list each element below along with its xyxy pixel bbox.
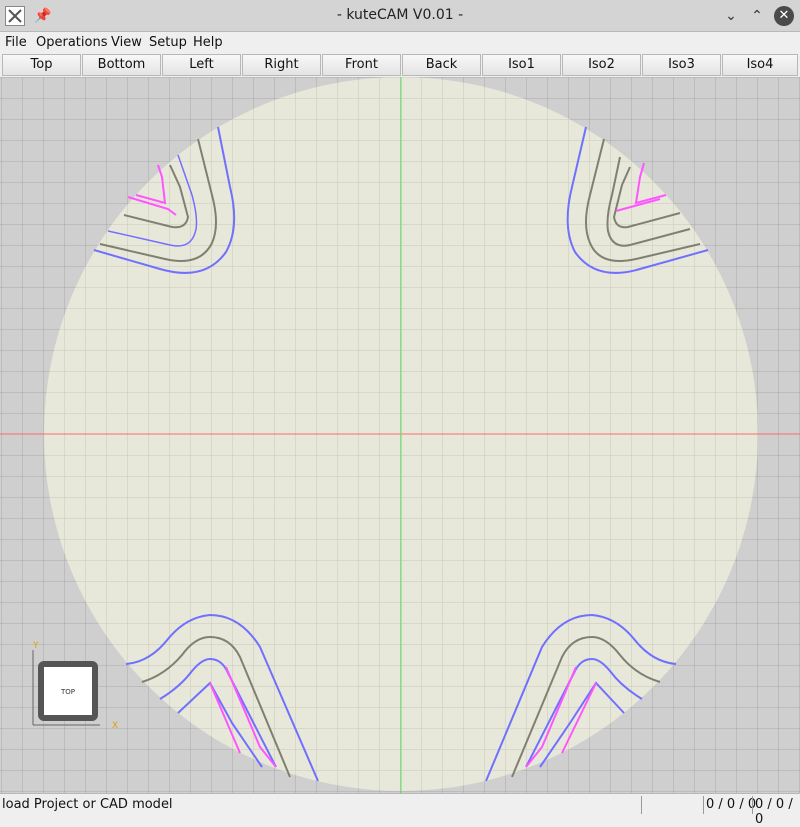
status-divider: [752, 796, 753, 814]
nav-axis-x-label: X: [112, 721, 118, 731]
view-bottom-button[interactable]: Bottom: [82, 54, 161, 76]
status-divider: [641, 796, 642, 814]
menu-setup[interactable]: Setup: [149, 35, 187, 50]
title-bar: 📌 - kuteCAM V0.01 - ⌄ ⌃ ✕: [0, 0, 800, 32]
close-icon[interactable]: ✕: [774, 6, 794, 26]
view-right-button[interactable]: Right: [242, 54, 321, 76]
status-bar: load Project or CAD model 0 / 0 / 0 0 / …: [0, 793, 800, 827]
menu-view[interactable]: View: [111, 35, 142, 50]
status-message: load Project or CAD model: [2, 797, 173, 812]
status-coords-a: 0 / 0 / 0: [706, 797, 757, 812]
minimize-icon[interactable]: ⌄: [721, 6, 741, 26]
status-coords-b: 0 / 0 / 0: [755, 797, 793, 827]
menu-operations[interactable]: Operations: [36, 35, 107, 50]
menu-file[interactable]: File: [5, 35, 27, 50]
view-iso4-button[interactable]: Iso4: [722, 54, 798, 76]
menu-help[interactable]: Help: [193, 35, 223, 50]
maximize-icon[interactable]: ⌃: [747, 6, 767, 26]
view-front-button[interactable]: Front: [322, 54, 401, 76]
menu-bar: File Operations View Setup Help: [0, 32, 800, 53]
status-divider: [703, 796, 704, 814]
window-title: - kuteCAM V0.01 -: [336, 7, 464, 23]
view-iso1-button[interactable]: Iso1: [482, 54, 561, 76]
view-back-button[interactable]: Back: [402, 54, 481, 76]
view-iso2-button[interactable]: Iso2: [562, 54, 641, 76]
view-top-button[interactable]: Top: [2, 54, 81, 76]
cad-viewport[interactable]: Y X TOP: [0, 77, 800, 793]
nav-cube-face-label: TOP: [60, 688, 75, 696]
view-toolbar: Top Bottom Left Right Front Back Iso1 Is…: [0, 53, 800, 77]
nav-axis-y-label: Y: [32, 641, 39, 651]
view-left-button[interactable]: Left: [162, 54, 241, 76]
view-iso3-button[interactable]: Iso3: [642, 54, 721, 76]
